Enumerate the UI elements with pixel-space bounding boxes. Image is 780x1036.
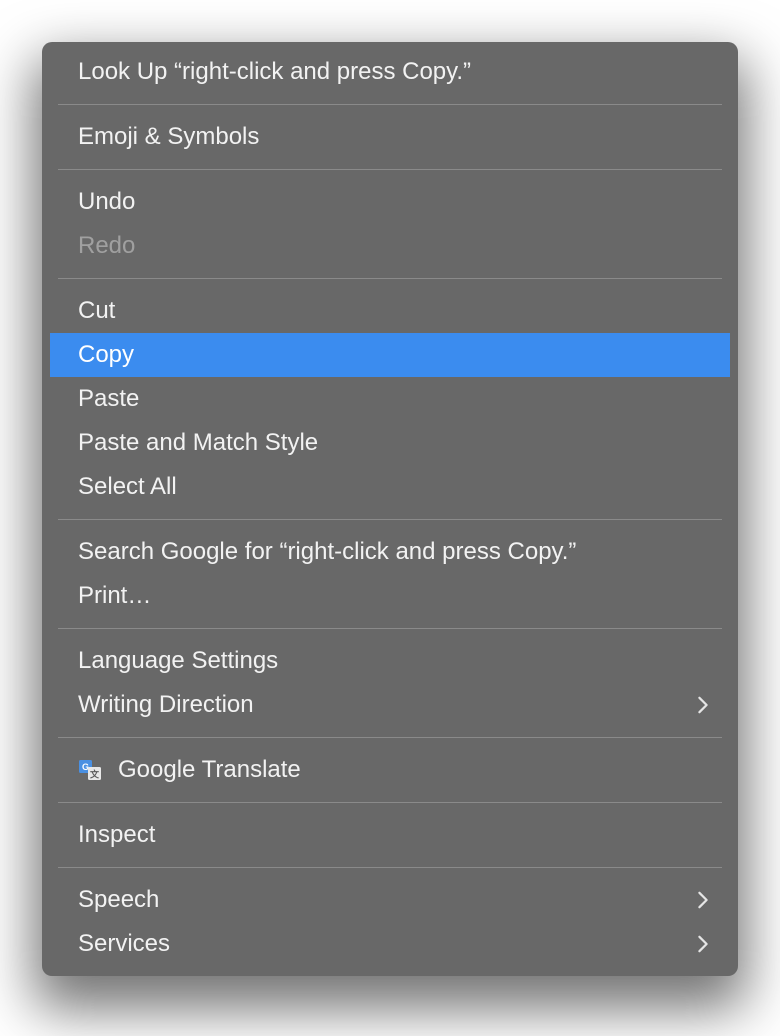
menu-item-label: Speech <box>78 886 694 914</box>
menu-item-label: Select All <box>78 473 712 501</box>
menu-item-paste-match[interactable]: Paste and Match Style <box>42 421 738 465</box>
menu-item-search-google[interactable]: Search Google for “right-click and press… <box>42 530 738 574</box>
menu-item-select-all[interactable]: Select All <box>42 465 738 509</box>
menu-item-label: Paste and Match Style <box>78 429 712 457</box>
menu-item-inspect[interactable]: Inspect <box>42 813 738 857</box>
menu-item-label: Google Translate <box>118 756 712 784</box>
menu-item-print[interactable]: Print… <box>42 574 738 618</box>
menu-item-label: Print… <box>78 582 712 610</box>
menu-item-label: Search Google for “right-click and press… <box>78 538 712 566</box>
menu-item-label: Paste <box>78 385 712 413</box>
menu-separator <box>58 519 722 520</box>
menu-item-label: Redo <box>78 232 712 260</box>
menu-separator <box>58 802 722 803</box>
context-menu: Look Up “right-click and press Copy.” Em… <box>42 42 738 976</box>
menu-item-speech[interactable]: Speech <box>42 878 738 922</box>
menu-item-label: Look Up “right-click and press Copy.” <box>78 58 712 86</box>
menu-item-label: Inspect <box>78 821 712 849</box>
menu-item-label: Cut <box>78 297 712 325</box>
menu-item-paste[interactable]: Paste <box>42 377 738 421</box>
chevron-right-icon <box>694 935 712 953</box>
menu-item-language-settings[interactable]: Language Settings <box>42 639 738 683</box>
menu-item-services[interactable]: Services <box>42 922 738 966</box>
menu-separator <box>58 104 722 105</box>
chevron-right-icon <box>694 891 712 909</box>
chevron-right-icon <box>694 696 712 714</box>
menu-item-writing-direction[interactable]: Writing Direction <box>42 683 738 727</box>
svg-text:G: G <box>82 762 89 772</box>
menu-separator <box>58 278 722 279</box>
menu-item-undo[interactable]: Undo <box>42 180 738 224</box>
menu-item-emoji[interactable]: Emoji & Symbols <box>42 115 738 159</box>
menu-item-label: Emoji & Symbols <box>78 123 712 151</box>
menu-item-label: Language Settings <box>78 647 712 675</box>
menu-separator <box>58 628 722 629</box>
svg-text:文: 文 <box>89 769 100 780</box>
menu-separator <box>58 737 722 738</box>
menu-separator <box>58 169 722 170</box>
menu-item-label: Writing Direction <box>78 691 694 719</box>
translate-icon: G 文 <box>78 758 102 782</box>
menu-item-label: Services <box>78 930 694 958</box>
menu-item-label: Undo <box>78 188 712 216</box>
menu-item-lookup[interactable]: Look Up “right-click and press Copy.” <box>42 50 738 94</box>
menu-item-redo: Redo <box>42 224 738 268</box>
menu-item-copy[interactable]: Copy <box>50 333 730 377</box>
menu-separator <box>58 867 722 868</box>
menu-item-google-translate[interactable]: G 文 Google Translate <box>42 748 738 792</box>
menu-item-label: Copy <box>78 341 712 369</box>
menu-item-cut[interactable]: Cut <box>42 289 738 333</box>
